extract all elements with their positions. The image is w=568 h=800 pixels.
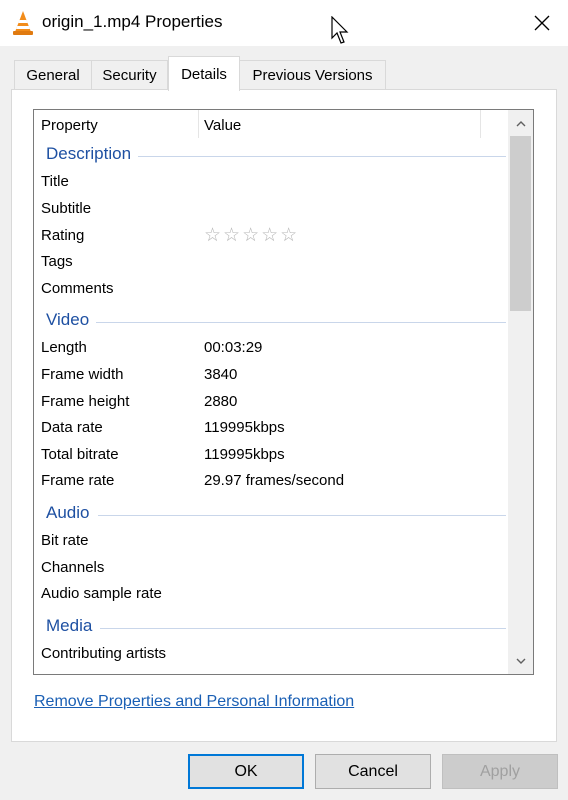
section-divider <box>96 322 506 323</box>
property-name: Audio sample rate <box>41 585 162 602</box>
section-audio: Audio <box>46 503 506 525</box>
list-item[interactable]: Data rate 119995kbps <box>41 419 481 439</box>
button-label: Cancel <box>348 762 398 780</box>
section-divider <box>100 628 506 629</box>
column-divider[interactable] <box>480 110 481 138</box>
title-bar: origin_1.mp4 Properties <box>0 0 568 46</box>
section-description: Description <box>46 144 506 166</box>
property-name: Frame width <box>41 366 124 383</box>
section-divider <box>98 515 506 516</box>
list-item[interactable]: Rating ☆☆☆☆☆ <box>41 224 481 247</box>
tab-label: Details <box>181 65 227 83</box>
section-title: Audio <box>46 503 90 522</box>
remove-properties-link[interactable]: Remove Properties and Personal Informati… <box>34 693 354 711</box>
cancel-button[interactable]: Cancel <box>315 754 431 789</box>
property-name: Data rate <box>41 419 103 436</box>
chevron-up-icon <box>516 120 525 126</box>
column-header: Property Value <box>34 110 504 140</box>
close-icon <box>534 15 550 31</box>
ok-button[interactable]: OK <box>188 754 304 789</box>
tab-label: General <box>26 67 80 84</box>
list-item[interactable]: Title <box>41 173 481 193</box>
apply-button[interactable]: Apply <box>442 754 558 789</box>
property-name: Contributing artists <box>41 645 167 662</box>
chevron-down-icon <box>516 658 525 664</box>
property-value: 119995kbps <box>204 419 285 436</box>
tab-label: Security <box>102 67 157 84</box>
list-item[interactable]: Subtitle <box>41 200 481 220</box>
column-value[interactable]: Value <box>204 117 241 134</box>
section-divider <box>138 156 506 157</box>
property-name: Subtitle <box>41 200 92 217</box>
column-property[interactable]: Property <box>41 117 98 134</box>
button-label: OK <box>234 762 258 780</box>
tab-general[interactable]: General <box>14 60 92 90</box>
property-value: 3840 <box>204 366 238 383</box>
section-title: Video <box>46 310 90 329</box>
list-item[interactable]: Contributing artists <box>41 645 481 665</box>
tab-security[interactable]: Security <box>91 60 168 90</box>
window-title: origin_1.mp4 Properties <box>42 12 223 31</box>
list-item[interactable]: Audio sample rate <box>41 585 481 605</box>
rating-stars-icon[interactable]: ☆☆☆☆☆ <box>204 224 299 246</box>
tab-label: Previous Versions <box>252 67 373 84</box>
property-name: Rating <box>41 227 85 244</box>
property-value: 119995kbps <box>204 446 285 463</box>
tab-details[interactable]: Details <box>168 56 240 91</box>
property-name: Bit rate <box>41 532 89 549</box>
property-name: Frame height <box>41 393 130 410</box>
scroll-up-button[interactable] <box>508 110 533 136</box>
column-divider[interactable] <box>198 110 199 138</box>
property-name: Comments <box>41 280 114 297</box>
property-name: Total bitrate <box>41 446 119 463</box>
property-value: 00:03:29 <box>204 339 263 356</box>
property-name: Tags <box>41 253 73 270</box>
list-item[interactable]: Frame width 3840 <box>41 366 481 386</box>
property-name: Title <box>41 173 69 190</box>
scroll-down-button[interactable] <box>508 648 533 674</box>
list-item[interactable]: Comments <box>41 280 481 300</box>
property-list[interactable]: Property Value Description Title Subtitl… <box>33 109 534 675</box>
list-item[interactable]: Frame height 2880 <box>41 393 481 413</box>
vlc-cone-icon <box>13 11 33 35</box>
list-item[interactable]: Bit rate <box>41 532 481 552</box>
list-item[interactable]: Total bitrate 119995kbps <box>41 446 481 466</box>
section-media: Media <box>46 616 506 638</box>
close-button[interactable] <box>516 0 568 46</box>
button-label: Apply <box>479 762 521 780</box>
mouse-cursor-icon <box>331 16 349 44</box>
details-panel: Property Value Description Title Subtitl… <box>11 89 557 742</box>
section-title: Description <box>46 144 132 163</box>
list-item[interactable]: Frame rate 29.97 frames/second <box>41 472 481 492</box>
list-item[interactable]: Length 00:03:29 <box>41 339 481 359</box>
list-item[interactable]: Tags <box>41 253 481 273</box>
list-item[interactable]: Channels <box>41 559 481 579</box>
section-video: Video <box>46 310 506 332</box>
property-name: Channels <box>41 559 105 576</box>
scrollbar-thumb[interactable] <box>510 136 531 311</box>
tab-previous-versions[interactable]: Previous Versions <box>239 60 386 90</box>
property-name: Length <box>41 339 87 356</box>
property-name: Frame rate <box>41 472 115 489</box>
vertical-scrollbar[interactable] <box>508 110 533 674</box>
property-value: 2880 <box>204 393 238 410</box>
section-title: Media <box>46 616 93 635</box>
property-value: 29.97 frames/second <box>204 472 345 489</box>
